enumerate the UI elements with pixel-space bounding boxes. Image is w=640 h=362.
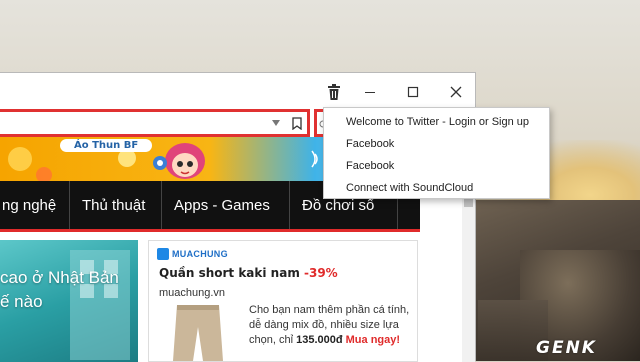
ad-buy-now-link[interactable]: Mua ngay! xyxy=(346,334,400,346)
trash-icon[interactable] xyxy=(318,78,350,106)
address-bar[interactable] xyxy=(0,109,310,137)
menu-item-facebook[interactable]: Facebook xyxy=(324,155,549,177)
muachung-logo: MUACHUNG xyxy=(157,247,228,261)
nav-item-technology[interactable]: ng nghệ xyxy=(0,181,70,229)
ad-title[interactable]: Quần short kaki nam -39% xyxy=(159,266,338,280)
title-bar[interactable] xyxy=(0,73,475,109)
close-icon xyxy=(450,86,462,98)
menu-item-twitter[interactable]: Welcome to Twitter - Login or Sign up xyxy=(324,111,549,133)
mascot-illustration xyxy=(153,143,205,179)
wifi-icon xyxy=(311,150,318,168)
nav-item-tips[interactable]: Thủ thuật xyxy=(70,181,162,229)
close-button[interactable] xyxy=(440,78,472,106)
menu-item-soundcloud[interactable]: Connect with SoundCloud xyxy=(324,177,549,199)
extension-popup-menu: Welcome to Twitter - Login or Sign up Fa… xyxy=(323,107,550,199)
deal-ad-card[interactable]: MUACHUNG Quần short kaki nam -39% muachu… xyxy=(148,240,418,362)
hero-article[interactable]: cao ở Nhật Bản ế nào xyxy=(0,240,138,362)
hero-building-image xyxy=(70,250,130,360)
hero-title-line[interactable]: ế nào xyxy=(0,292,43,312)
ad-description: Cho bạn nam thêm phần cá tính, dễ dàng m… xyxy=(249,303,415,348)
nav-item-apps-games[interactable]: Apps - Games xyxy=(162,181,290,229)
banner-bubble xyxy=(36,167,52,181)
ad-price: 135.000đ xyxy=(296,334,343,346)
ad-source[interactable]: muachung.vn xyxy=(159,287,225,299)
genk-watermark: GENK xyxy=(536,338,597,358)
ad-title-text[interactable]: Quần short kaki nam xyxy=(159,266,304,280)
minimize-icon xyxy=(365,92,375,93)
nav-accent-bar xyxy=(0,229,420,232)
menu-item-facebook[interactable]: Facebook xyxy=(324,133,549,155)
ad-discount: -39% xyxy=(304,266,338,280)
maximize-icon xyxy=(407,86,419,98)
muachung-logo-text: MUACHUNG xyxy=(172,249,228,259)
muachung-logo-icon xyxy=(157,248,169,260)
banner-shirt-label: Áo Thun BF xyxy=(60,139,153,152)
hero-title-line[interactable]: cao ở Nhật Bản xyxy=(0,268,119,288)
shorts-product-image[interactable] xyxy=(163,303,233,362)
minimize-button[interactable] xyxy=(354,78,386,106)
bookmark-icon[interactable] xyxy=(292,117,302,130)
banner-bubble xyxy=(8,147,32,171)
dropdown-arrow-icon[interactable] xyxy=(272,120,280,126)
maximize-button[interactable] xyxy=(397,78,429,106)
